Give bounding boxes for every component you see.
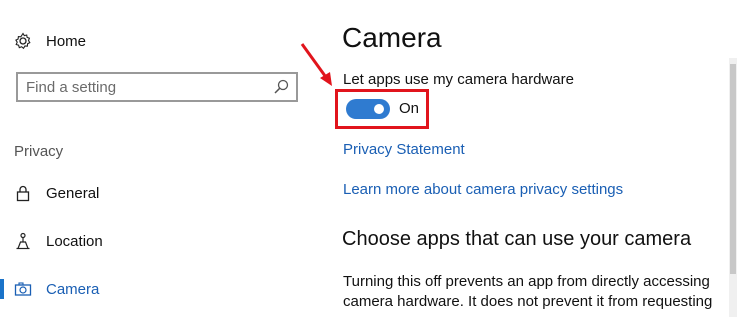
description-text: Turning this off prevents an app from di… — [343, 273, 713, 310]
camera-setting-label: Let apps use my camera hardware — [343, 71, 574, 88]
scrollbar-thumb[interactable] — [730, 64, 736, 274]
camera-icon — [14, 280, 32, 298]
nav-home-label: Home — [46, 32, 87, 50]
search-icon[interactable] — [272, 78, 290, 96]
selection-indicator — [0, 279, 4, 299]
sidebar-item-general[interactable]: General — [0, 177, 320, 209]
toggle-state-label: On — [399, 100, 420, 117]
sidebar-item-location[interactable]: Location — [0, 225, 320, 257]
nav-home[interactable]: Home — [14, 28, 86, 54]
page-title: Camera — [342, 22, 442, 53]
choose-apps-heading: Choose apps that can use your camera — [342, 228, 692, 250]
location-icon — [14, 232, 32, 250]
lock-icon — [14, 184, 32, 202]
search-box — [16, 72, 298, 102]
privacy-section-label: Privacy — [14, 143, 64, 160]
sidebar-item-label: General — [46, 184, 100, 202]
camera-toggle-switch[interactable] — [346, 99, 390, 119]
sidebar-item-label: Location — [46, 232, 103, 250]
learn-more-link[interactable]: Learn more about camera privacy settings — [343, 181, 623, 198]
sidebar-item-label: Camera — [46, 280, 100, 298]
toggle-highlight-box: On — [335, 89, 429, 129]
toggle-knob — [374, 104, 384, 114]
privacy-statement-link[interactable]: Privacy Statement — [343, 141, 465, 158]
annotation-arrow-icon — [300, 43, 332, 86]
search-input[interactable] — [18, 78, 272, 96]
sidebar-item-camera[interactable]: Camera — [0, 273, 320, 305]
gear-icon — [14, 32, 32, 50]
